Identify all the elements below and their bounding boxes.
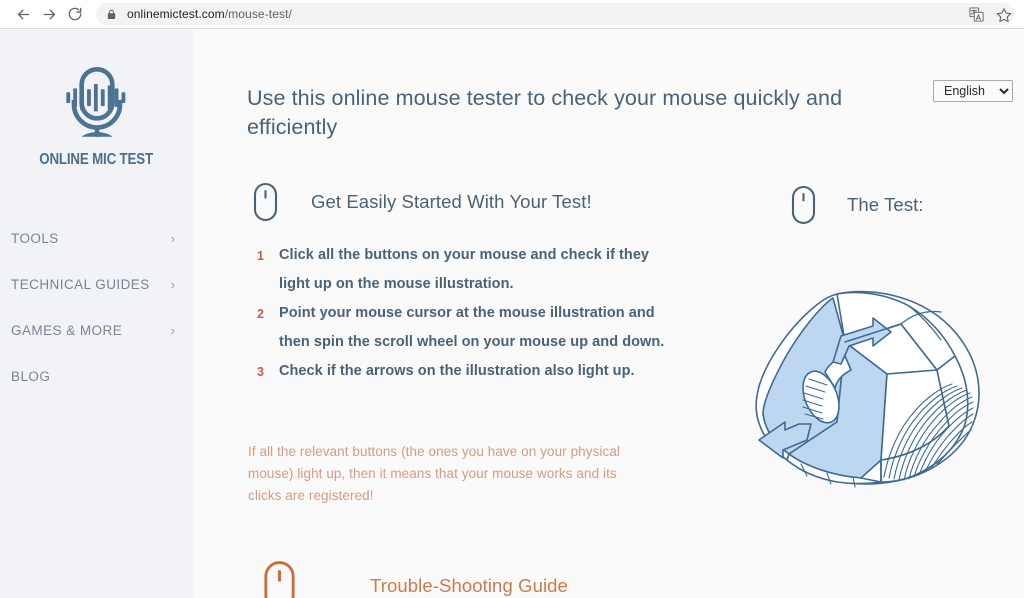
chevron-right-icon: ›	[170, 322, 175, 338]
the-test-title: The Test:	[847, 194, 924, 215]
step-text: Point your mouse cursor at the mouse ill…	[279, 305, 665, 350]
steps-list: 1 Click all the buttons on your mouse an…	[257, 241, 677, 388]
main-content: English Use this online mouse tester to …	[193, 29, 1024, 598]
step-text: Check if the arrows on the illustration …	[279, 363, 635, 379]
back-arrow-icon[interactable]	[10, 2, 36, 26]
language-select[interactable]: English	[933, 80, 1013, 102]
mouse-outline-icon	[791, 185, 816, 225]
lock-icon	[106, 8, 118, 21]
get-started-title: Get Easily Started With Your Test!	[311, 191, 592, 212]
language-selector-wrap: English	[933, 80, 1013, 102]
troubleshooting-title: Trouble-Shooting Guide	[370, 575, 568, 596]
list-item: 3 Check if the arrows on the illustratio…	[257, 357, 677, 387]
chevron-right-icon: ›	[170, 276, 175, 292]
address-bar[interactable]: onlinemictest.com/mouse-test/	[96, 3, 1014, 25]
step-number: 2	[257, 307, 264, 321]
sidebar-item-label: GAMES & MORE	[11, 322, 123, 338]
sidebar-item-games-and-more[interactable]: GAMES & MORE ›	[0, 307, 193, 353]
mouse-outline-orange-icon	[264, 561, 295, 598]
result-note: If all the relevant buttons (the ones yo…	[248, 443, 621, 503]
browser-toolbar: onlinemictest.com/mouse-test/	[0, 0, 1024, 29]
microphone-logo-icon	[65, 66, 125, 137]
url-domain: onlinemictest.com	[127, 7, 225, 21]
sidebar-menu: TOOLS › TECHNICAL GUIDES › GAMES & MORE …	[0, 215, 193, 399]
site-logo[interactable]: ONLINE MIC TEST	[0, 57, 193, 169]
page-body: ONLINE MIC TEST TOOLS › TECHNICAL GUIDES…	[0, 29, 1024, 598]
mouse-illustration-svg[interactable]	[741, 284, 1003, 496]
list-item: 1 Click all the buttons on your mouse an…	[257, 241, 677, 298]
sidebar-item-blog[interactable]: BLOG	[0, 353, 193, 399]
chevron-right-icon: ›	[170, 230, 175, 246]
forward-arrow-icon[interactable]	[36, 2, 62, 26]
reload-icon[interactable]	[62, 2, 88, 26]
step-number: 3	[257, 365, 264, 379]
sidebar: ONLINE MIC TEST TOOLS › TECHNICAL GUIDES…	[0, 29, 193, 598]
translate-icon[interactable]	[969, 7, 984, 22]
sidebar-item-label: TECHNICAL GUIDES	[11, 276, 150, 292]
the-test-heading: The Test:	[791, 185, 924, 225]
troubleshooting-heading[interactable]: Trouble-Shooting Guide	[263, 560, 568, 598]
list-item: 2 Point your mouse cursor at the mouse i…	[257, 299, 677, 356]
omnibox-actions	[969, 0, 1012, 29]
get-started-heading: Get Easily Started With Your Test!	[253, 182, 592, 222]
step-number: 1	[257, 249, 264, 263]
sidebar-item-label: BLOG	[11, 368, 51, 384]
sidebar-item-tools[interactable]: TOOLS ›	[0, 215, 193, 261]
sidebar-item-technical-guides[interactable]: TECHNICAL GUIDES ›	[0, 261, 193, 307]
site-logo-text: ONLINE MIC TEST	[39, 151, 154, 168]
url-path: /mouse-test/	[224, 7, 292, 21]
star-bookmark-icon[interactable]	[996, 7, 1012, 23]
mouse-outline-icon	[253, 182, 278, 222]
sidebar-item-label: TOOLS	[11, 230, 59, 246]
page-title: Use this online mouse tester to check yo…	[247, 86, 843, 139]
url-text: onlinemictest.com/mouse-test/	[127, 7, 292, 21]
gaming-mouse-illustration[interactable]	[741, 284, 1003, 496]
step-text: Click all the buttons on your mouse and …	[279, 247, 650, 292]
